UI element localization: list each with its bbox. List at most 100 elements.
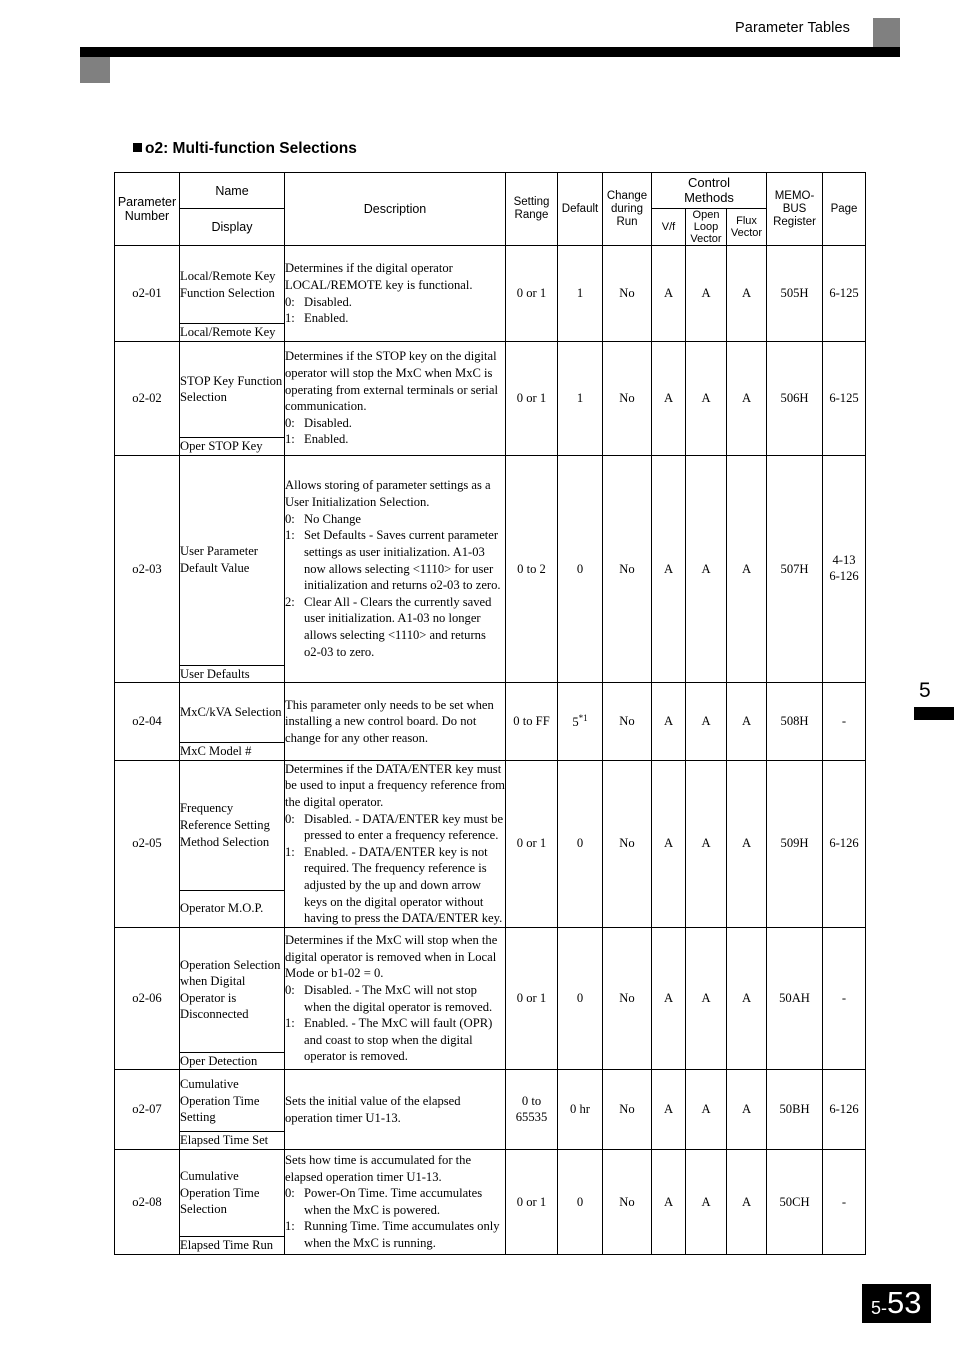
cell-change-during-run: No — [602, 1069, 652, 1151]
description-option-item: 2: Clear All - Clears the currently saved… — [285, 594, 505, 660]
col-header-setting-range: Setting Range — [505, 171, 558, 247]
cell-open-loop-vector: A — [685, 759, 727, 928]
cell-vf: A — [651, 454, 686, 684]
cell-setting-range: 0 or 1 — [505, 340, 558, 456]
cell-name: Cumulative Operation Time Selection — [179, 1149, 285, 1238]
description-intro: Determines if the DATA/ENTER key must be… — [285, 761, 505, 809]
description-option-item: 0: Disabled. - The MxC will not stop when… — [285, 982, 505, 1015]
option-text: Enabled. — [304, 432, 349, 447]
cell-open-loop-vector: A — [685, 454, 727, 684]
cell-memobus-register: 508H — [766, 682, 824, 761]
description-option-item: 0: Disabled. — [285, 415, 505, 432]
option-key: 1: — [285, 311, 295, 326]
cell-parameter-number: o2-06 — [114, 926, 180, 1071]
cell-name: Operation Selection when Digital Operato… — [179, 926, 285, 1053]
option-key: 1: — [285, 528, 295, 543]
option-key: 0: — [285, 983, 295, 997]
cell-default: 1 — [557, 245, 603, 342]
cell-name: User Parameter Default Value — [179, 454, 285, 666]
table-row: o2-07 Cumulative Operation Time Setting Se… — [114, 1069, 867, 1151]
description-option-item: 0: Power-On Time. Time accumulates when t… — [285, 1185, 505, 1218]
cell-default: 0 — [557, 454, 603, 684]
cell-default: 1 — [557, 340, 603, 456]
cell-vf: A — [651, 1149, 686, 1255]
description-option-list: 0: Disabled. - DATA/ENTER key must be pre… — [285, 811, 505, 927]
chapter-tab: 5 — [900, 680, 954, 720]
option-key: 1: — [285, 1219, 295, 1234]
description-intro: Determines if the MxC will stop when the… — [285, 933, 498, 981]
description-intro: Allows storing of parameter settings as … — [285, 478, 491, 510]
filled-square-icon — [133, 143, 142, 152]
description-option-list: 0: Disabled. 1: Enabled. — [285, 415, 505, 448]
page-number-main: 53 — [887, 1285, 922, 1320]
cell-description: Determines if the DATA/ENTER key must be… — [284, 759, 506, 928]
cell-page: 4-13 6-126 — [822, 454, 867, 684]
chapter-tab-bar — [914, 707, 954, 720]
col-header-default: Default — [557, 171, 603, 247]
cell-setting-range: 0 or 1 — [505, 926, 558, 1071]
cell-page: 6-125 — [822, 340, 867, 456]
cell-change-during-run: No — [602, 454, 652, 684]
table-row: o2-03 User Parameter Default Value Allows … — [114, 454, 867, 684]
cell-memobus-register: 506H — [766, 340, 824, 456]
cell-open-loop-vector: A — [685, 926, 727, 1071]
cell-page: 6-126 — [822, 759, 867, 928]
cell-open-loop-vector: A — [685, 1149, 727, 1255]
cell-flux-vector: A — [725, 1149, 768, 1255]
description-option-item: 1: Enabled. — [285, 310, 505, 327]
cell-memobus-register: 50CH — [766, 1149, 824, 1255]
cell-parameter-number: o2-08 — [114, 1149, 180, 1255]
option-text: Disabled. - DATA/ENTER key must be press… — [304, 811, 504, 843]
option-key: 1: — [285, 1016, 295, 1031]
cell-vf: A — [651, 926, 686, 1071]
table-row: o2-04 MxC/kVA Selection This parameter onl… — [114, 682, 867, 761]
cell-page: 6-126 — [822, 1069, 867, 1151]
cell-parameter-number: o2-05 — [114, 759, 180, 928]
cell-open-loop-vector: A — [685, 1069, 727, 1151]
cell-name: Cumulative Operation Time Setting — [179, 1069, 285, 1133]
table-body: o2-01 Local/Remote Key Function Selection… — [114, 245, 867, 1255]
description-option-item: 0: Disabled. — [285, 294, 505, 311]
header-black-rule — [80, 47, 900, 57]
cell-description: Determines if the MxC will stop when the… — [284, 926, 506, 1071]
cell-parameter-number: o2-04 — [114, 682, 180, 761]
cell-page: 6-125 — [822, 245, 867, 342]
cell-setting-range: 0 or 1 — [505, 759, 558, 928]
col-header-parameter-number: Parameter Number — [114, 171, 180, 247]
option-text: Clear All - Clears the currently saved u… — [304, 594, 492, 659]
option-text: Disabled. - The MxC will not stop when t… — [304, 983, 493, 1014]
running-header-title: Parameter Tables — [735, 20, 850, 36]
cell-display-name: Operator M.O.P. — [179, 889, 285, 928]
cell-default: 0 hr — [557, 1069, 603, 1151]
option-key: 1: — [285, 432, 295, 447]
cell-display-name: Elapsed Time Set — [179, 1131, 285, 1151]
cell-display-name: Elapsed Time Run — [179, 1236, 285, 1255]
cell-change-during-run: No — [602, 1149, 652, 1255]
section-heading: o2: Multi-function Selections — [133, 140, 357, 158]
cell-change-during-run: No — [602, 682, 652, 761]
option-key: 0: — [285, 511, 295, 526]
description-option-item: 1: Set Defaults - Saves current parameter… — [285, 527, 505, 593]
cell-vf: A — [651, 1069, 686, 1151]
cell-open-loop-vector: A — [685, 340, 727, 456]
cell-description: Sets the initial value of the elapsed op… — [284, 1069, 506, 1151]
cell-description: Determines if the digital operator LOCAL… — [284, 245, 506, 342]
cell-memobus-register: 50AH — [766, 926, 824, 1071]
cell-flux-vector: A — [725, 340, 768, 456]
cell-flux-vector: A — [725, 1069, 768, 1151]
col-header-memobus-register: MEMO- BUS Register — [766, 171, 824, 247]
cell-vf: A — [651, 340, 686, 456]
col-header-change-during-run: Change during Run — [602, 171, 652, 247]
option-text: Set Defaults - Saves current parameter s… — [304, 528, 501, 593]
cell-display-name: Oper STOP Key — [179, 436, 285, 456]
cell-change-during-run: No — [602, 245, 652, 342]
parameter-table: Parameter Number Name Description Settin… — [114, 171, 867, 1255]
description-option-list: 0: No Change 1: Set Defaults - Saves curren… — [285, 511, 505, 660]
cell-change-during-run: No — [602, 926, 652, 1071]
description-option-list: 0: Power-On Time. Time accumulates when t… — [285, 1185, 505, 1251]
description-option-item: 1: Running Time. Time accumulates only wh… — [285, 1218, 505, 1251]
cell-flux-vector: A — [725, 454, 768, 684]
cell-default: 5*1 — [557, 682, 603, 761]
cell-setting-range: 0 to 65535 — [505, 1069, 558, 1151]
option-key: 0: — [285, 415, 295, 430]
